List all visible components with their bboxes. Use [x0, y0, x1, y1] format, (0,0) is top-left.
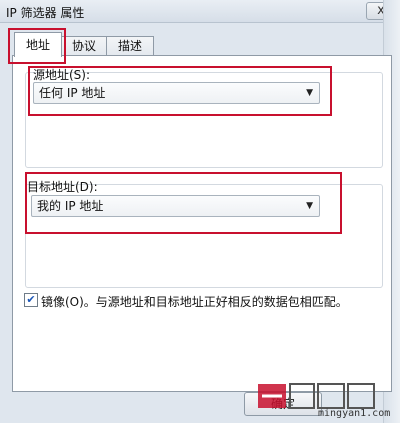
ok-button-label: 确定: [270, 397, 295, 411]
tab-panel-address: 源地址(S): 任何 IP 地址 ▼ 目标地址(D): 我的 IP 地址 ▼: [12, 55, 392, 392]
source-address-select[interactable]: 任何 IP 地址 ▼: [33, 82, 320, 104]
watermark-url: mingyan1.com: [318, 408, 391, 419]
mirror-label: 镜像(O)。与源地址和目标地址正好相反的数据包相匹配。: [41, 295, 348, 309]
tab-protocol-label: 协议: [71, 39, 96, 53]
source-address-label: 源地址(S):: [33, 68, 91, 82]
destination-address-value: 我的 IP 地址: [37, 199, 104, 213]
mirror-checkbox[interactable]: ✔: [24, 293, 38, 307]
tab-address[interactable]: 地址: [14, 32, 62, 57]
chevron-down-icon: ▼: [306, 201, 313, 211]
source-address-value: 任何 IP 地址: [39, 86, 106, 100]
destination-address-label: 目标地址(D):: [27, 180, 98, 194]
tab-protocol[interactable]: 协议: [60, 36, 108, 56]
destination-address-select[interactable]: 我的 IP 地址 ▼: [31, 195, 320, 217]
check-icon: ✔: [26, 293, 36, 306]
tab-address-label: 地址: [25, 38, 50, 52]
title-bar: IP 筛选器 属性 x: [0, 0, 400, 23]
tab-description-label: 描述: [117, 39, 142, 53]
ok-button[interactable]: 确定: [244, 392, 322, 416]
window-title: IP 筛选器 属性: [6, 6, 85, 20]
chevron-down-icon: ▼: [306, 88, 313, 98]
tab-description[interactable]: 描述: [106, 36, 154, 56]
